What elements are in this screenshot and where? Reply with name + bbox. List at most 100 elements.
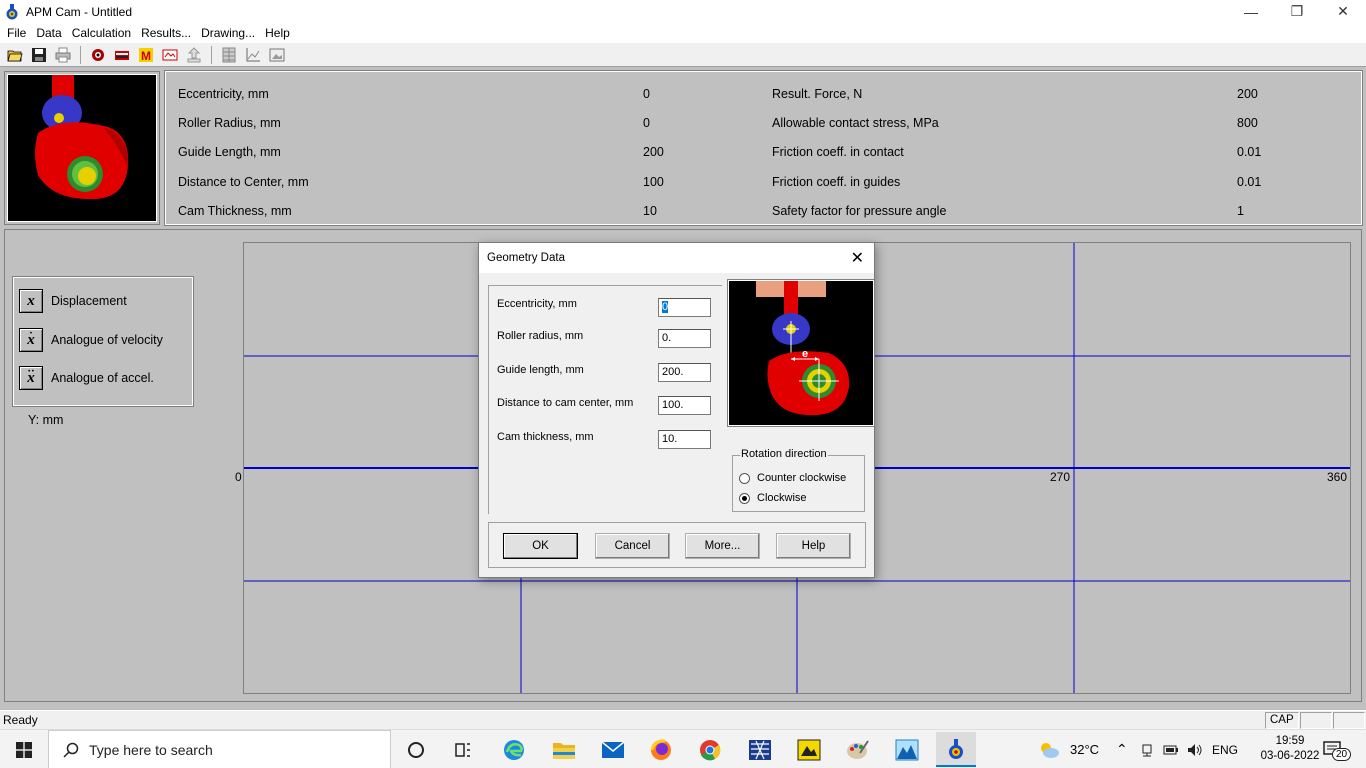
cam-thickness-label: Cam thickness, mm — [497, 431, 594, 443]
app-tool-icon[interactable] — [740, 732, 780, 767]
roller-radius-input[interactable]: 0. — [658, 329, 711, 348]
radio-button[interactable] — [739, 472, 750, 484]
search-icon — [63, 742, 79, 758]
file-explorer-icon[interactable] — [544, 732, 584, 767]
legend-velocity[interactable]: · x Analogue of velocity — [19, 328, 163, 352]
toolbar-separator — [211, 45, 212, 64]
notification-count: 20 — [1332, 748, 1352, 761]
param-label: Friction coeff. in contact — [772, 145, 904, 159]
menu-help[interactable]: Help — [260, 23, 295, 43]
table-icon[interactable] — [218, 45, 240, 65]
menu-file[interactable]: File — [2, 23, 31, 43]
radio-label: Counter clockwise — [757, 472, 847, 484]
paint-icon[interactable] — [838, 732, 878, 767]
eccentricity-marker: e — [802, 348, 808, 360]
m-icon[interactable]: M — [135, 45, 157, 65]
param-value: 0.01 — [1237, 175, 1262, 189]
legend-acceleration[interactable]: ·· x Analogue of accel. — [19, 366, 154, 390]
param-row: Cam Thickness, mm 10 Safety factor for p… — [166, 201, 1361, 221]
x-tick-360: 360 — [1327, 470, 1348, 484]
displacement-icon: x — [19, 289, 43, 313]
param-value: 10 — [643, 204, 657, 218]
save-icon[interactable] — [28, 45, 50, 65]
menu-calculation[interactable]: Calculation — [67, 23, 136, 43]
open-icon[interactable] — [4, 45, 26, 65]
num-indicator — [1300, 712, 1332, 729]
weather-cloud-icon — [1041, 742, 1059, 758]
app-mountain-icon[interactable] — [887, 732, 927, 767]
cam-thickness-input[interactable]: 10. — [658, 430, 711, 449]
maximize-button[interactable]: ❐ — [1274, 0, 1320, 23]
app-sticker-icon[interactable] — [789, 732, 829, 767]
menu-bar: File Data Calculation Results... Drawing… — [0, 23, 1366, 43]
toolbar-separator — [80, 45, 81, 64]
x-tick-270: 270 — [1050, 470, 1071, 484]
firefox-icon[interactable] — [641, 732, 681, 767]
cancel-button[interactable]: Cancel — [595, 533, 670, 559]
taskbar: Type here to search 32°C ⌃ ENG 19:59 03-… — [0, 729, 1366, 768]
help-button[interactable]: Help — [776, 533, 851, 559]
menu-data[interactable]: Data — [31, 23, 66, 43]
mail-icon[interactable] — [593, 732, 633, 767]
image-icon[interactable] — [266, 45, 288, 65]
guide-length-label: Guide length, mm — [497, 364, 584, 376]
minimize-button[interactable]: — — [1228, 0, 1274, 23]
system-clock[interactable]: 19:59 03-06-2022 — [1260, 734, 1320, 764]
hazard-icon[interactable] — [87, 45, 109, 65]
param-label: Distance to Center, mm — [178, 175, 309, 189]
network-icon[interactable] — [1140, 730, 1154, 768]
search-placeholder: Type here to search — [89, 741, 213, 758]
parameters-panel: Eccentricity, mm 0 Result. Force, N 200 … — [164, 70, 1363, 226]
app-icon — [6, 3, 18, 19]
radio-button[interactable] — [739, 492, 750, 504]
export-icon[interactable] — [183, 45, 205, 65]
param-row: Eccentricity, mm 0 Result. Force, N 200 — [166, 84, 1361, 104]
print-icon[interactable] — [52, 45, 74, 65]
taskbar-search[interactable]: Type here to search — [48, 730, 391, 768]
chevron-up-icon[interactable]: ⌃ — [1116, 730, 1128, 768]
y-axis-label: Y: mm — [28, 413, 64, 427]
distance-to-center-label: Distance to cam center, mm — [497, 397, 634, 409]
battery-icon[interactable] — [1163, 730, 1179, 768]
apm-cam-taskbar-icon[interactable] — [936, 732, 976, 767]
cortana-icon[interactable] — [396, 732, 436, 767]
param-label: Allowable contact stress, MPa — [772, 116, 939, 130]
radio-clockwise[interactable]: Clockwise — [739, 492, 807, 504]
edge-icon[interactable] — [494, 732, 534, 767]
legend-label: Displacement — [51, 294, 127, 308]
param-row: Distance to Center, mm 100 Friction coef… — [166, 172, 1361, 192]
param-value: 0 — [643, 87, 650, 101]
window-title: APM Cam - Untitled — [26, 4, 133, 19]
guide-length-input[interactable]: 200. — [658, 363, 711, 382]
radio-counter-clockwise[interactable]: Counter clockwise — [739, 472, 846, 484]
distance-to-center-input[interactable]: 100. — [658, 396, 711, 415]
notifications-icon[interactable]: 20 — [1322, 730, 1352, 768]
dialog-close-icon[interactable]: ✕ — [851, 248, 864, 268]
cam-icon[interactable] — [159, 45, 181, 65]
clock-time: 19:59 — [1275, 735, 1305, 747]
more-button[interactable]: More... — [685, 533, 760, 559]
geometry-data-dialog: Geometry Data ✕ Eccentricity, mm 0 Rolle… — [478, 242, 875, 578]
ok-button[interactable]: OK — [503, 533, 578, 559]
param-value: 1 — [1237, 204, 1244, 218]
eccentricity-label: Eccentricity, mm — [497, 298, 577, 310]
chrome-icon[interactable] — [690, 732, 730, 767]
legend-label: Analogue of velocity — [51, 333, 163, 347]
volume-icon[interactable] — [1187, 730, 1203, 768]
weather-widget[interactable]: 32°C — [1038, 730, 1099, 768]
close-button[interactable]: ✕ — [1320, 0, 1366, 23]
language-indicator[interactable]: ENG — [1212, 730, 1238, 768]
caps-indicator: CAP — [1265, 712, 1299, 729]
svg-text:M: M — [141, 49, 151, 63]
title-bar: APM Cam - Untitled — ❐ ✕ — [0, 0, 1366, 23]
windows-start-icon[interactable] — [0, 730, 48, 768]
velocity-icon: · x — [19, 328, 43, 352]
material-icon[interactable] — [111, 45, 133, 65]
rotation-direction-group: Rotation direction Counter clockwise Clo… — [732, 448, 865, 512]
menu-results[interactable]: Results... — [136, 23, 196, 43]
menu-drawing[interactable]: Drawing... — [196, 23, 260, 43]
task-view-icon[interactable] — [443, 732, 483, 767]
eccentricity-input[interactable]: 0 — [658, 298, 711, 317]
legend-displacement[interactable]: x Displacement — [19, 289, 127, 313]
graph-icon[interactable] — [242, 45, 264, 65]
